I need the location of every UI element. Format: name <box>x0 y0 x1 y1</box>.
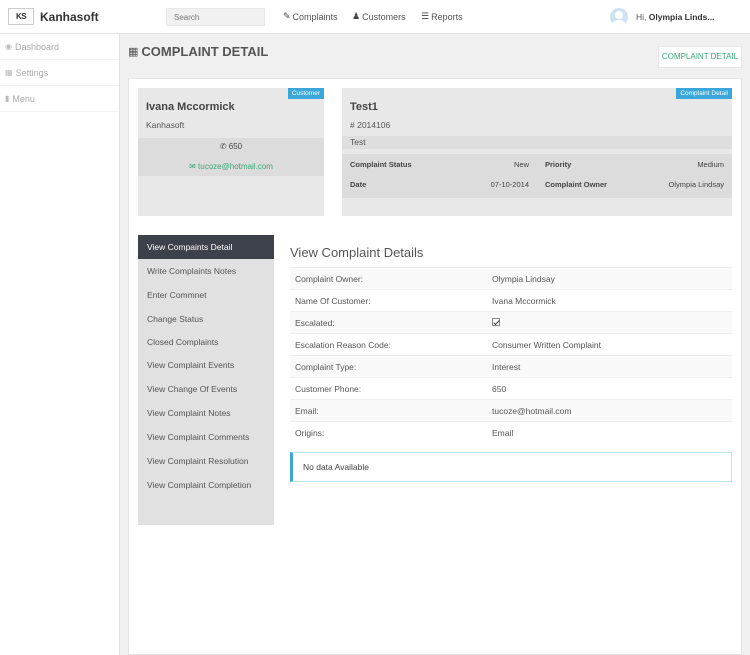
row-label: Origins: <box>295 427 325 438</box>
date-value: 07-10-2014 <box>490 180 529 189</box>
menu-item-view-detail[interactable]: View Compaints Detail <box>138 235 274 259</box>
row-label: Complaint Type: <box>295 361 357 372</box>
date-label: Date <box>350 180 367 189</box>
grid-icon: ▦ <box>128 46 139 58</box>
logo-text: KS <box>15 12 27 21</box>
envelope-icon: ✉ <box>189 162 196 171</box>
complaint-menu: View Compaints Detail Write Complaints N… <box>138 235 274 525</box>
user-greeting: Hi, Olympia Linds... <box>636 12 714 22</box>
customer-contact-band: ✆ 650 ✉ tucoze@hotmail.com <box>138 138 324 176</box>
menu-item-events[interactable]: View Complaint Events <box>138 353 274 377</box>
table-row: Complaint Owner: Olympia Lindsay <box>290 267 732 289</box>
nav-customers[interactable]: ♟ Customers <box>352 11 406 22</box>
row-value: tucoze@hotmail.com <box>492 405 572 416</box>
row-value <box>492 317 732 328</box>
details-title: View Complaint Details <box>290 245 424 260</box>
nav-complaints[interactable]: ✎ Complaints <box>283 11 338 22</box>
menu-item-closed[interactable]: Closed Complaints <box>138 331 274 353</box>
no-data-alert: No data Available <box>290 452 732 482</box>
row-label: Customer Phone: <box>295 383 362 394</box>
owner-label: Complaint Owner <box>545 180 608 189</box>
escalated-checkbox[interactable] <box>492 317 500 326</box>
sidebar-item-settings[interactable]: ▦ Settings <box>0 60 119 86</box>
customer-name: Ivana Mccormick <box>146 101 235 113</box>
sidebar-item-label: Menu <box>12 93 35 104</box>
nav-complaints-label: Complaints <box>292 11 338 22</box>
row-label: Escalation Reason Code: <box>295 339 391 350</box>
complaint-card: Complaint Detail Test1 # 2014106 Test Co… <box>342 88 732 216</box>
user-menu[interactable]: Hi, Olympia Linds... <box>610 0 750 34</box>
sidebar-item-label: Settings <box>15 67 49 78</box>
complaint-badge: Complaint Detail <box>676 88 732 99</box>
customer-phone-value: 650 <box>228 142 243 151</box>
avatar <box>610 8 628 26</box>
row-label: Complaint Owner: <box>295 273 364 284</box>
sidebar-item-menu[interactable]: ▮ Menu <box>0 86 119 112</box>
priority-value: Medium <box>697 160 724 169</box>
menu-item-change-status[interactable]: Change Status <box>138 307 274 331</box>
customer-badge: Customer <box>287 88 324 99</box>
page-title: ▦ COMPLAINT DETAIL <box>128 44 268 59</box>
complaint-description: Test <box>342 136 732 149</box>
sidebar-item-label: Dashboard <box>14 41 60 52</box>
menu-icon: ▮ <box>5 94 10 103</box>
user-name: Olympia Linds... <box>648 12 715 22</box>
user-greeting-text: Hi, <box>636 12 647 22</box>
row-value: Consumer Written Complaint <box>492 339 601 350</box>
row-value: Email <box>492 427 514 438</box>
menu-item-enter-comment[interactable]: Enter Commnet <box>138 283 274 307</box>
nav-reports[interactable]: ☰ Reports <box>421 11 463 22</box>
table-row: Customer Phone: 650 <box>290 377 732 399</box>
row-value: Olympia Lindsay <box>492 273 555 284</box>
phone-icon: ✆ <box>219 142 227 151</box>
sidebar: ◉ Dashboard ▦ Settings ▮ Menu <box>0 34 120 655</box>
menu-item-write-notes[interactable]: Write Complaints Notes <box>138 259 274 283</box>
customer-phone: ✆ 650 <box>138 142 324 151</box>
search-input[interactable] <box>166 8 265 26</box>
brand-name: Kanhasoft <box>40 9 99 24</box>
row-value: 650 <box>492 383 507 394</box>
complaint-number: # 2014106 <box>350 120 391 130</box>
pencil-icon: ✎ <box>283 11 291 21</box>
customer-email-value: tucoze@hotmail.com <box>198 162 273 171</box>
row-label: Escalated: <box>295 317 335 328</box>
details-table: Complaint Owner: Olympia Lindsay Name Of… <box>290 267 732 443</box>
sidebar-item-dashboard[interactable]: ◉ Dashboard <box>0 34 119 60</box>
customer-company: Kanhasoft <box>146 120 185 130</box>
row-label: Email: <box>295 405 319 416</box>
complaint-detail-button[interactable]: COMPLAINT DETAIL <box>658 46 742 68</box>
table-row: Email: tucoze@hotmail.com <box>290 399 732 421</box>
priority-label: Priority <box>545 160 572 169</box>
menu-item-comments[interactable]: View Complaint Comments <box>138 425 274 449</box>
page-title-text: COMPLAINT DETAIL <box>141 44 269 59</box>
owner-value: Olympia Lindsay <box>668 180 724 189</box>
table-row: Escalated: <box>290 311 732 333</box>
table-row: Name Of Customer: Ivana Mccormick <box>290 289 732 311</box>
users-icon: ♟ <box>352 11 361 21</box>
status-value: New <box>513 160 529 169</box>
menu-item-completion[interactable]: View Complaint Completion <box>138 473 274 497</box>
dashboard-icon: ◉ <box>5 42 12 51</box>
nav-customers-label: Customers <box>362 11 406 22</box>
complaint-title: Test1 <box>350 101 378 113</box>
row-value: Interest <box>492 361 521 372</box>
menu-item-change-events[interactable]: View Change Of Events <box>138 377 274 401</box>
row-label: Name Of Customer: <box>295 295 371 306</box>
table-row: Complaint Type: Interest <box>290 355 732 377</box>
logo-area[interactable]: KS Kanhasoft <box>0 0 120 34</box>
complaint-summary-grid: Complaint Status New Priority Medium Dat… <box>342 154 732 198</box>
grid-icon: ▦ <box>5 68 13 77</box>
table-row: Origins: Email <box>290 421 732 443</box>
row-value: Ivana Mccormick <box>492 295 556 306</box>
customer-email[interactable]: ✉ tucoze@hotmail.com <box>138 162 324 171</box>
brand-logo: KS <box>8 8 34 25</box>
customer-card: Customer Ivana Mccormick Kanhasoft ✆ 650… <box>138 88 324 216</box>
table-row: Escalation Reason Code: Consumer Written… <box>290 333 732 355</box>
top-navbar: ✎ Complaints ♟ Customers ☰ Reports Hi, O… <box>120 0 750 34</box>
nav-reports-label: Reports <box>431 11 463 22</box>
menu-item-notes[interactable]: View Complaint Notes <box>138 401 274 425</box>
list-icon: ☰ <box>421 11 430 21</box>
status-label: Complaint Status <box>350 160 412 169</box>
menu-item-resolution[interactable]: View Complaint Resolution <box>138 449 274 473</box>
